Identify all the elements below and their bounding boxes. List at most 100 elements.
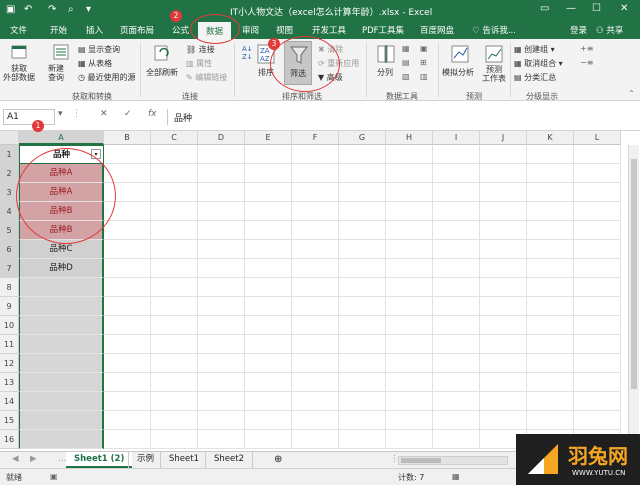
column-header-f[interactable]: F: [292, 131, 339, 145]
cell[interactable]: [151, 392, 198, 411]
cell[interactable]: [104, 354, 151, 373]
cell[interactable]: [433, 430, 480, 449]
cell[interactable]: [527, 202, 574, 221]
refresh-all-button[interactable]: 全部刷新: [146, 67, 178, 78]
cell[interactable]: [245, 335, 292, 354]
hide-detail-icon[interactable]: −≡: [580, 58, 593, 67]
cell[interactable]: [292, 240, 339, 259]
cell[interactable]: [527, 316, 574, 335]
cell[interactable]: [480, 145, 527, 164]
column-header-c[interactable]: C: [151, 131, 198, 145]
cell[interactable]: [339, 164, 386, 183]
column-header-b[interactable]: B: [104, 131, 151, 145]
cell[interactable]: [151, 259, 198, 278]
tab-pdf[interactable]: PDF工具集: [362, 24, 404, 36]
manage-model-icon[interactable]: ▥: [420, 72, 428, 81]
cell[interactable]: [198, 240, 245, 259]
cell[interactable]: [339, 373, 386, 392]
column-header-g[interactable]: G: [339, 131, 386, 145]
cell[interactable]: [151, 278, 198, 297]
cell[interactable]: [574, 354, 621, 373]
cell[interactable]: [339, 411, 386, 430]
cell[interactable]: [339, 335, 386, 354]
cell[interactable]: [104, 278, 151, 297]
cell[interactable]: [339, 145, 386, 164]
cell[interactable]: [292, 316, 339, 335]
tell-me-search[interactable]: ♡ 告诉我...: [472, 24, 516, 36]
cell[interactable]: [339, 259, 386, 278]
cell[interactable]: [198, 316, 245, 335]
cell[interactable]: [292, 373, 339, 392]
cell[interactable]: [104, 392, 151, 411]
row-header[interactable]: 14: [0, 392, 19, 411]
tab-home[interactable]: 开始: [50, 24, 67, 36]
cell[interactable]: [433, 259, 480, 278]
cell[interactable]: [574, 373, 621, 392]
row-header[interactable]: 6: [0, 240, 19, 259]
cell[interactable]: [527, 259, 574, 278]
cell[interactable]: [527, 221, 574, 240]
customize-icon[interactable]: ▾: [86, 4, 91, 15]
connections-button[interactable]: ⛓ 连接: [186, 44, 215, 55]
cell[interactable]: [292, 164, 339, 183]
cell[interactable]: [480, 297, 527, 316]
cell[interactable]: [104, 221, 151, 240]
cell[interactable]: [386, 221, 433, 240]
cell[interactable]: [104, 411, 151, 430]
cell[interactable]: [386, 278, 433, 297]
data-validation-icon[interactable]: ▧: [402, 72, 410, 81]
cell[interactable]: [480, 316, 527, 335]
cell[interactable]: [151, 411, 198, 430]
edit-links-button[interactable]: ✎ 编辑链接: [186, 72, 227, 83]
cell[interactable]: [527, 145, 574, 164]
cell[interactable]: [292, 354, 339, 373]
cell[interactable]: [480, 221, 527, 240]
cell[interactable]: [386, 183, 433, 202]
cell[interactable]: [386, 354, 433, 373]
sheet-tab[interactable]: 示例: [128, 452, 162, 468]
cell[interactable]: [386, 297, 433, 316]
cell[interactable]: [292, 145, 339, 164]
recent-sources-button[interactable]: ◷ 最近使用的源: [78, 72, 136, 83]
text-to-columns-button[interactable]: 分列: [377, 67, 393, 78]
name-box[interactable]: A1: [3, 109, 55, 125]
tab-baidu[interactable]: 百度网盘: [420, 24, 454, 36]
cell[interactable]: [198, 221, 245, 240]
cell[interactable]: [527, 240, 574, 259]
cell[interactable]: [574, 411, 621, 430]
cell[interactable]: [151, 297, 198, 316]
column-header-a[interactable]: A: [19, 131, 104, 145]
row-header[interactable]: 11: [0, 335, 19, 354]
cell[interactable]: [433, 392, 480, 411]
cell[interactable]: [19, 392, 104, 411]
vertical-scrollbar[interactable]: [628, 145, 639, 451]
login-link[interactable]: 登录: [570, 24, 587, 36]
row-header[interactable]: 10: [0, 316, 19, 335]
cell[interactable]: [292, 183, 339, 202]
collapse-ribbon-icon[interactable]: ⌃: [628, 89, 635, 98]
cell[interactable]: [104, 335, 151, 354]
close-icon[interactable]: ✕: [620, 3, 628, 14]
cell[interactable]: [19, 297, 104, 316]
cell[interactable]: [198, 183, 245, 202]
get-external-data-button[interactable]: 获取 外部数据: [3, 64, 35, 82]
cell[interactable]: [151, 316, 198, 335]
cell[interactable]: [151, 221, 198, 240]
group-button[interactable]: ▦ 创建组 ▾: [514, 44, 555, 55]
cell[interactable]: [151, 183, 198, 202]
cell[interactable]: [339, 278, 386, 297]
cell[interactable]: [480, 354, 527, 373]
consolidate-icon[interactable]: ▣: [420, 44, 428, 53]
cell[interactable]: [292, 221, 339, 240]
cell[interactable]: [198, 259, 245, 278]
cell[interactable]: [245, 240, 292, 259]
cell[interactable]: [386, 411, 433, 430]
cell[interactable]: [339, 297, 386, 316]
cell[interactable]: [245, 221, 292, 240]
cell[interactable]: [339, 354, 386, 373]
next-sheet-icon[interactable]: ▶: [22, 452, 45, 468]
cell[interactable]: [433, 335, 480, 354]
flash-fill-icon[interactable]: ▦: [402, 44, 410, 53]
cell[interactable]: [433, 316, 480, 335]
save-icon[interactable]: ▣: [6, 4, 15, 15]
